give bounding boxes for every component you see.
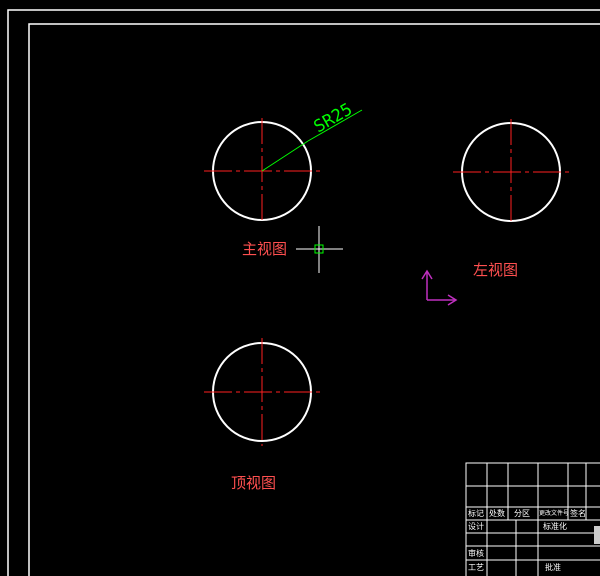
sr25-leader	[261, 140, 309, 172]
inner-border	[28, 23, 600, 576]
title-block-cell-review: 审核	[468, 549, 484, 558]
sr25-dimension-text: SR25	[311, 100, 356, 138]
title-block-cell-approve: 批准	[545, 563, 561, 572]
title-block	[465, 462, 600, 576]
title-block-cell-zone: 分区	[514, 509, 530, 518]
title-block-cell-signature: 签名	[570, 509, 586, 518]
main-view-label: 主视图	[242, 240, 288, 258]
title-block-cell-count: 处数	[489, 509, 505, 518]
cad-drawing-canvas[interactable]: SR25	[0, 0, 600, 576]
title-block-cell-mark: 标记	[468, 509, 484, 518]
ucs-icon	[421, 269, 458, 306]
main-view: SR25	[204, 100, 363, 222]
crosshair-cursor-icon[interactable]	[296, 226, 343, 273]
title-block-cell-design: 设计	[468, 522, 484, 531]
outer-border	[7, 9, 600, 576]
title-block-cell-change-doc: 更改文件号	[539, 510, 570, 517]
title-block-cell-process: 工艺	[468, 563, 484, 572]
top-view	[204, 338, 320, 446]
top-view-label: 顶视图	[231, 474, 277, 492]
title-block-cell-standardization: 标准化	[543, 522, 567, 531]
title-block-marker	[594, 526, 600, 544]
left-view-label: 左视图	[473, 261, 519, 279]
left-view	[453, 119, 569, 224]
